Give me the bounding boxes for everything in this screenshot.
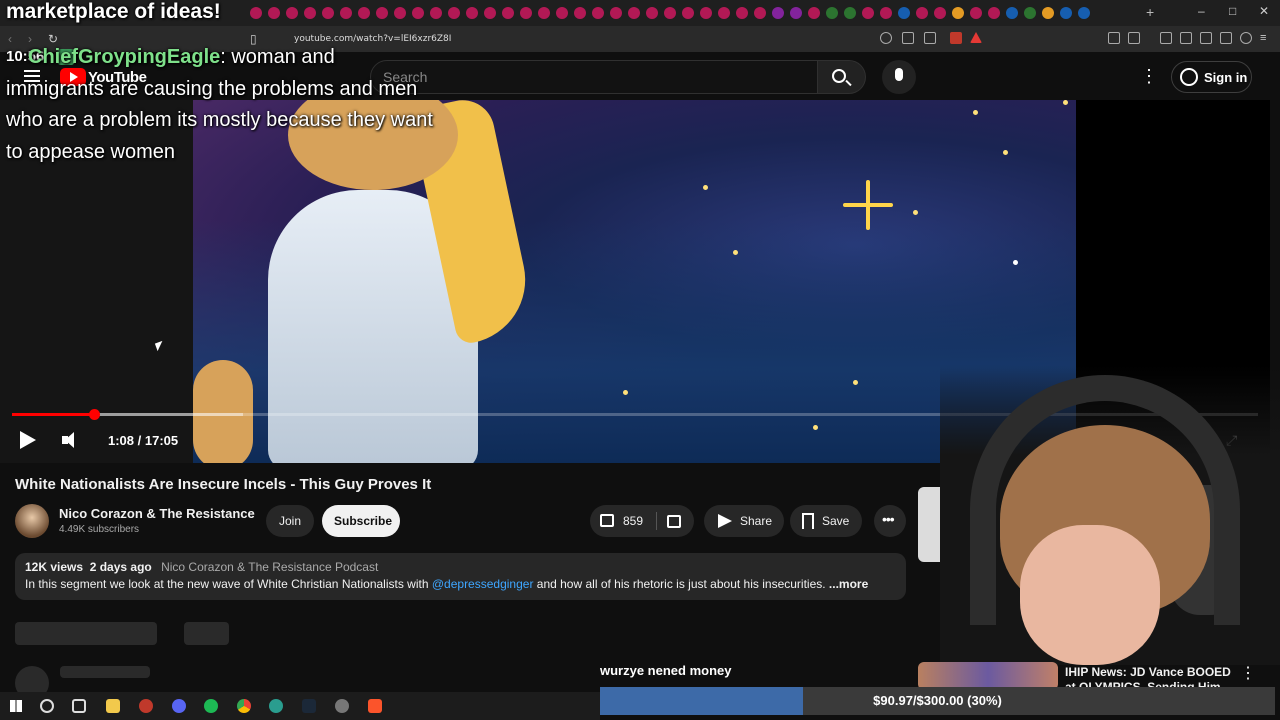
loading-placeholder xyxy=(15,622,157,645)
windows-taskbar xyxy=(0,692,600,720)
brave-shield-icon[interactable] xyxy=(950,32,962,44)
sign-in-button[interactable]: Sign in xyxy=(1171,61,1252,93)
recommendation-menu-icon[interactable]: ⋮ xyxy=(1240,663,1256,683)
windows-start-icon[interactable] xyxy=(10,700,22,712)
save-button[interactable]: Save xyxy=(790,505,862,537)
discord-icon[interactable] xyxy=(172,699,186,713)
rewards-icon[interactable] xyxy=(970,32,982,43)
browser-tabs[interactable] xyxy=(250,7,1090,19)
donation-goal-text: $90.97/$300.00 (30%) xyxy=(873,693,1002,708)
time-display: 1:08 / 17:05 xyxy=(108,433,179,448)
recommendation-thumbnail[interactable] xyxy=(918,662,1058,690)
stream-title-overlay: marketplace of ideas! xyxy=(6,0,221,23)
latest-donation-text: wurzye nened money xyxy=(600,663,732,678)
like-button[interactable]: 859 xyxy=(590,505,656,537)
user-icon xyxy=(1180,68,1198,86)
share-page-icon[interactable] xyxy=(924,32,936,44)
search-button[interactable] xyxy=(818,60,866,94)
task-view-icon[interactable] xyxy=(72,699,86,713)
spotify-icon[interactable] xyxy=(204,699,218,713)
volume-icon[interactable] xyxy=(62,432,82,448)
minimize-icon[interactable]: – xyxy=(1198,4,1205,18)
description-text: In this segment we look at the new wave … xyxy=(25,577,868,591)
join-button[interactable]: Join xyxy=(266,505,314,537)
search-icon[interactable] xyxy=(40,699,54,713)
like-count: 859 xyxy=(623,514,644,528)
description-box[interactable]: 12K views 2 days ago Nico Corazon & The … xyxy=(15,553,906,600)
character-tail xyxy=(193,360,253,463)
streamer-face xyxy=(1020,525,1160,665)
loading-placeholder xyxy=(60,666,150,678)
loading-placeholder xyxy=(184,622,229,645)
webcam-overlay xyxy=(940,365,1280,665)
like-dislike-group: 859 xyxy=(590,505,694,537)
close-icon[interactable]: ✕ xyxy=(1259,4,1269,18)
upload-age: 2 days ago xyxy=(89,560,152,574)
description-part2: and how all of his rhetoric is just abou… xyxy=(533,577,829,591)
subscribe-button[interactable]: Subscribe xyxy=(322,505,400,537)
description-meta: 12K views 2 days ago Nico Corazon & The … xyxy=(25,560,378,574)
join-label: Join xyxy=(279,514,302,528)
save-label: Save xyxy=(822,514,850,528)
maximize-icon[interactable]: □ xyxy=(1229,4,1236,18)
voice-search-button[interactable] xyxy=(882,60,916,94)
podcast-link[interactable]: Nico Corazon & The Resistance Podcast xyxy=(161,560,378,574)
share-icon xyxy=(718,514,732,528)
leo-icon[interactable] xyxy=(1220,32,1232,44)
app-icon[interactable] xyxy=(269,699,283,713)
extensions-icon[interactable] xyxy=(1108,32,1120,44)
mention-link[interactable]: @depressedginger xyxy=(432,577,534,591)
description-part1: In this segment we look at the new wave … xyxy=(25,577,432,591)
brave-icon[interactable] xyxy=(368,699,382,713)
channel-name[interactable]: Nico Corazon & The Resistance xyxy=(59,506,255,521)
screen-icon[interactable] xyxy=(902,32,914,44)
share-button[interactable]: Share xyxy=(704,505,784,537)
menu-icon[interactable]: ≡ xyxy=(1260,32,1272,44)
app-icon[interactable] xyxy=(335,699,349,713)
save-icon xyxy=(802,513,814,529)
sparkle-star xyxy=(843,180,893,230)
subscriber-count: 4.49K subscribers xyxy=(59,524,140,535)
chrome-icon[interactable] xyxy=(237,699,251,713)
file-explorer-icon[interactable] xyxy=(106,699,120,713)
view-count: 12K views xyxy=(25,560,84,574)
media-icon[interactable] xyxy=(1160,32,1172,44)
channel-avatar[interactable] xyxy=(15,504,49,538)
recommendation-title[interactable]: IHIP News: JD Vance BOOED at OLYMPICS, S… xyxy=(1065,665,1240,689)
more-actions-button[interactable]: ••• xyxy=(874,505,906,537)
progress-played xyxy=(12,413,95,416)
wallet-icon[interactable] xyxy=(1128,32,1140,44)
show-more-link[interactable]: ...more xyxy=(829,577,868,591)
settings-menu-icon[interactable]: ⋮ xyxy=(1140,66,1158,87)
wallet2-icon[interactable] xyxy=(1200,32,1212,44)
dislike-button[interactable] xyxy=(657,505,694,537)
obs-icon[interactable] xyxy=(139,699,153,713)
more-icon: ••• xyxy=(882,511,895,527)
video-title: White Nationalists Are Insecure Incels -… xyxy=(15,476,432,493)
share-label: Share xyxy=(740,514,773,528)
new-tab-button[interactable]: + xyxy=(1146,4,1154,20)
steam-icon[interactable] xyxy=(302,699,316,713)
play-icon[interactable] xyxy=(20,431,36,449)
chat-username: ChiefGroypingEagle xyxy=(28,46,221,68)
search-input[interactable] xyxy=(370,60,818,94)
search-icon xyxy=(832,69,846,83)
sign-in-label: Sign in xyxy=(1204,70,1248,85)
zoom-icon[interactable] xyxy=(880,32,892,44)
thumbs-up-icon xyxy=(600,514,614,527)
subscribe-label: Subscribe xyxy=(334,514,393,528)
sidebar-icon[interactable] xyxy=(1180,32,1192,44)
screen: + – □ ✕ ‹ › ↻ ▯ youtube.com/watch?v=lEI6… xyxy=(0,0,1280,720)
chat-message-overlay: ChiefGroypingEagle: woman and immigrants… xyxy=(6,42,436,168)
thumbs-down-icon xyxy=(667,515,681,528)
vpn-icon[interactable] xyxy=(1240,32,1252,44)
